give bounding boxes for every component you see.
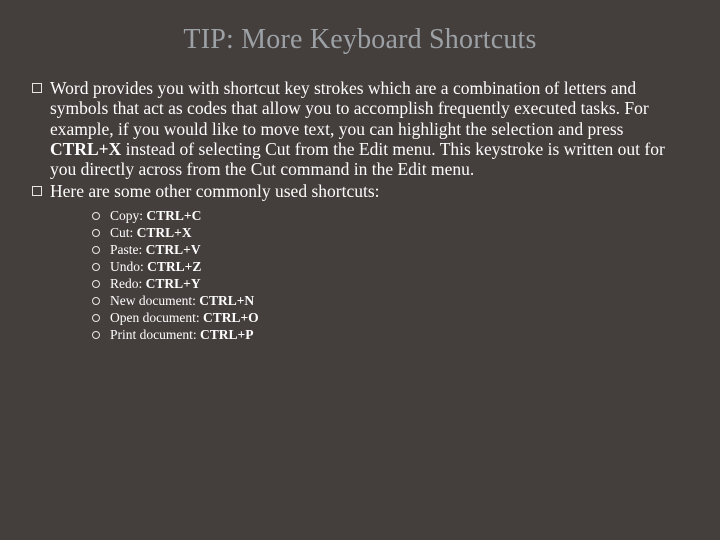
slide: TIP: More Keyboard Shortcuts Word provid…	[0, 0, 720, 540]
shortcut-text: Undo: CTRL+Z	[110, 259, 201, 275]
para1-key: CTRL+X	[50, 139, 121, 159]
bullet-item-2: Here are some other commonly used shortc…	[32, 181, 684, 201]
shortcut-key: CTRL+Z	[147, 259, 201, 274]
bullet-item-1: Word provides you with shortcut key stro…	[32, 78, 684, 179]
para1-pre: Word provides you with shortcut key stro…	[50, 78, 649, 139]
shortcut-label: Open document:	[110, 310, 203, 325]
list-item: Redo: CTRL+Y	[92, 276, 684, 292]
circle-bullet-icon	[92, 246, 100, 254]
shortcut-key: CTRL+O	[203, 310, 259, 325]
shortcut-text: Open document: CTRL+O	[110, 310, 259, 326]
shortcut-text: Paste: CTRL+V	[110, 242, 201, 258]
list-item: Open document: CTRL+O	[92, 310, 684, 326]
list-item: New document: CTRL+N	[92, 293, 684, 309]
list-item: Paste: CTRL+V	[92, 242, 684, 258]
shortcut-text: New document: CTRL+N	[110, 293, 254, 309]
list-item: Print document: CTRL+P	[92, 327, 684, 343]
para1-post: instead of selecting Cut from the Edit m…	[50, 139, 665, 179]
shortcut-label: New document:	[110, 293, 199, 308]
circle-bullet-icon	[92, 212, 100, 220]
shortcut-key: CTRL+P	[200, 327, 253, 342]
shortcut-label: Redo:	[110, 276, 146, 291]
shortcut-text: Redo: CTRL+Y	[110, 276, 201, 292]
list-item: Undo: CTRL+Z	[92, 259, 684, 275]
shortcut-key: CTRL+N	[199, 293, 254, 308]
circle-bullet-icon	[92, 297, 100, 305]
checkbox-bullet-icon	[32, 186, 42, 196]
shortcut-label: Cut:	[110, 225, 137, 240]
shortcut-key: CTRL+V	[146, 242, 201, 257]
shortcut-label: Undo:	[110, 259, 147, 274]
shortcut-text: Print document: CTRL+P	[110, 327, 253, 343]
list-item: Copy: CTRL+C	[92, 208, 684, 224]
shortcut-label: Copy:	[110, 208, 146, 223]
shortcut-label: Paste:	[110, 242, 146, 257]
circle-bullet-icon	[92, 314, 100, 322]
shortcut-key: CTRL+Y	[146, 276, 201, 291]
shortcut-key: CTRL+X	[137, 225, 192, 240]
list-item: Cut: CTRL+X	[92, 225, 684, 241]
circle-bullet-icon	[92, 229, 100, 237]
shortcut-label: Print document:	[110, 327, 200, 342]
circle-bullet-icon	[92, 331, 100, 339]
shortcut-key: CTRL+C	[146, 208, 201, 223]
body-block: Word provides you with shortcut key stro…	[32, 78, 684, 343]
paragraph-1: Word provides you with shortcut key stro…	[50, 78, 684, 179]
checkbox-bullet-icon	[32, 83, 42, 93]
shortcut-list: Copy: CTRL+C Cut: CTRL+X Paste: CTRL+V U…	[92, 208, 684, 343]
circle-bullet-icon	[92, 280, 100, 288]
paragraph-2: Here are some other commonly used shortc…	[50, 181, 380, 201]
shortcut-text: Copy: CTRL+C	[110, 208, 201, 224]
circle-bullet-icon	[92, 263, 100, 271]
slide-title: TIP: More Keyboard Shortcuts	[28, 24, 692, 56]
shortcut-text: Cut: CTRL+X	[110, 225, 192, 241]
